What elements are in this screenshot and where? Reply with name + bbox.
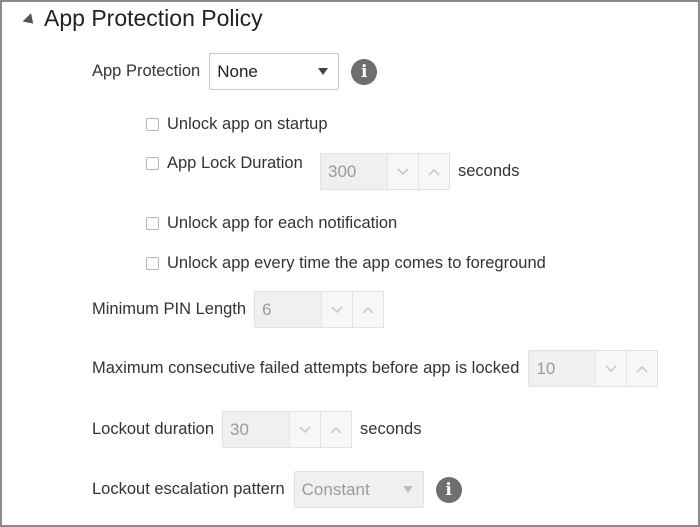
increment-button[interactable]	[627, 350, 659, 387]
chevron-down-icon	[605, 364, 617, 372]
option-app-lock-duration[interactable]: App Lock Duration	[146, 152, 303, 174]
lockout-duration-row: Lockout duration 30 seconds	[92, 411, 421, 448]
section-header[interactable]: App Protection Policy	[22, 4, 263, 32]
unlock-foreground-checkbox[interactable]	[146, 256, 159, 270]
decrement-button[interactable]	[290, 411, 322, 448]
min-pin-input[interactable]: 6	[254, 291, 323, 328]
app-protection-label: App Protection	[92, 62, 201, 80]
lockout-escalation-label: Lockout escalation pattern	[92, 480, 285, 498]
collapse-triangle-icon[interactable]	[22, 12, 38, 28]
chevron-down-icon	[397, 167, 409, 175]
decrement-button[interactable]	[596, 350, 628, 387]
chevron-down-icon	[331, 305, 343, 313]
decrement-button[interactable]	[322, 291, 354, 328]
info-icon[interactable]: i	[435, 476, 462, 503]
max-failed-row: Maximum consecutive failed attempts befo…	[92, 350, 659, 387]
option-unlock-each-notification[interactable]: Unlock app for each notification	[146, 212, 397, 234]
max-failed-label: Maximum consecutive failed attempts befo…	[92, 359, 520, 377]
app-protection-row: App Protection None i	[92, 53, 378, 90]
app-protection-value: None	[217, 61, 258, 81]
chevron-up-icon	[330, 426, 342, 434]
app-protection-select[interactable]: None	[209, 53, 340, 90]
chevron-up-icon	[362, 306, 374, 314]
app-lock-duration-row: 300 seconds	[320, 153, 519, 190]
app-lock-duration-input[interactable]: 300	[320, 153, 388, 190]
increment-button[interactable]	[419, 153, 450, 190]
lockout-duration-input[interactable]: 30	[222, 411, 291, 448]
increment-button[interactable]	[353, 291, 385, 328]
lockout-escalation-row: Lockout escalation pattern Constant i	[92, 471, 462, 508]
option-label: Unlock app for each notification	[167, 213, 398, 232]
option-label: Unlock app on startup	[167, 114, 328, 133]
app-lock-duration-checkbox[interactable]	[146, 156, 159, 170]
info-icon[interactable]: i	[351, 58, 378, 85]
app-protection-panel: App Protection Policy App Protection Non…	[0, 0, 700, 527]
app-lock-duration-stepper[interactable]: 300	[320, 153, 450, 190]
option-unlock-on-startup[interactable]: Unlock app on startup	[146, 113, 328, 135]
max-failed-input[interactable]: 10	[528, 350, 597, 387]
lockout-escalation-select[interactable]: Constant	[293, 471, 424, 508]
increment-button[interactable]	[321, 411, 353, 448]
min-pin-stepper[interactable]: 6	[254, 291, 385, 328]
dropdown-arrow-icon	[318, 68, 329, 75]
section-title: App Protection Policy	[44, 4, 263, 31]
chevron-down-icon	[299, 425, 311, 433]
lockout-duration-stepper[interactable]: 30	[222, 411, 353, 448]
lockout-duration-label: Lockout duration	[92, 420, 215, 438]
unlock-on-startup-checkbox[interactable]	[146, 117, 159, 131]
decrement-button[interactable]	[388, 153, 419, 190]
dropdown-arrow-icon	[402, 486, 413, 493]
min-pin-row: Minimum PIN Length 6	[92, 291, 385, 328]
option-unlock-foreground[interactable]: Unlock app every time the app comes to f…	[146, 252, 546, 274]
unlock-each-notification-checkbox[interactable]	[146, 216, 159, 230]
lockout-escalation-value: Constant	[301, 479, 370, 499]
chevron-up-icon	[636, 365, 648, 373]
option-label: Unlock app every time the app comes to f…	[167, 253, 546, 272]
chevron-up-icon	[428, 168, 440, 176]
min-pin-label: Minimum PIN Length	[92, 300, 247, 318]
lockout-duration-unit: seconds	[360, 420, 422, 438]
option-label: App Lock Duration	[167, 153, 303, 172]
app-lock-duration-unit: seconds	[458, 162, 520, 180]
max-failed-stepper[interactable]: 10	[528, 350, 659, 387]
